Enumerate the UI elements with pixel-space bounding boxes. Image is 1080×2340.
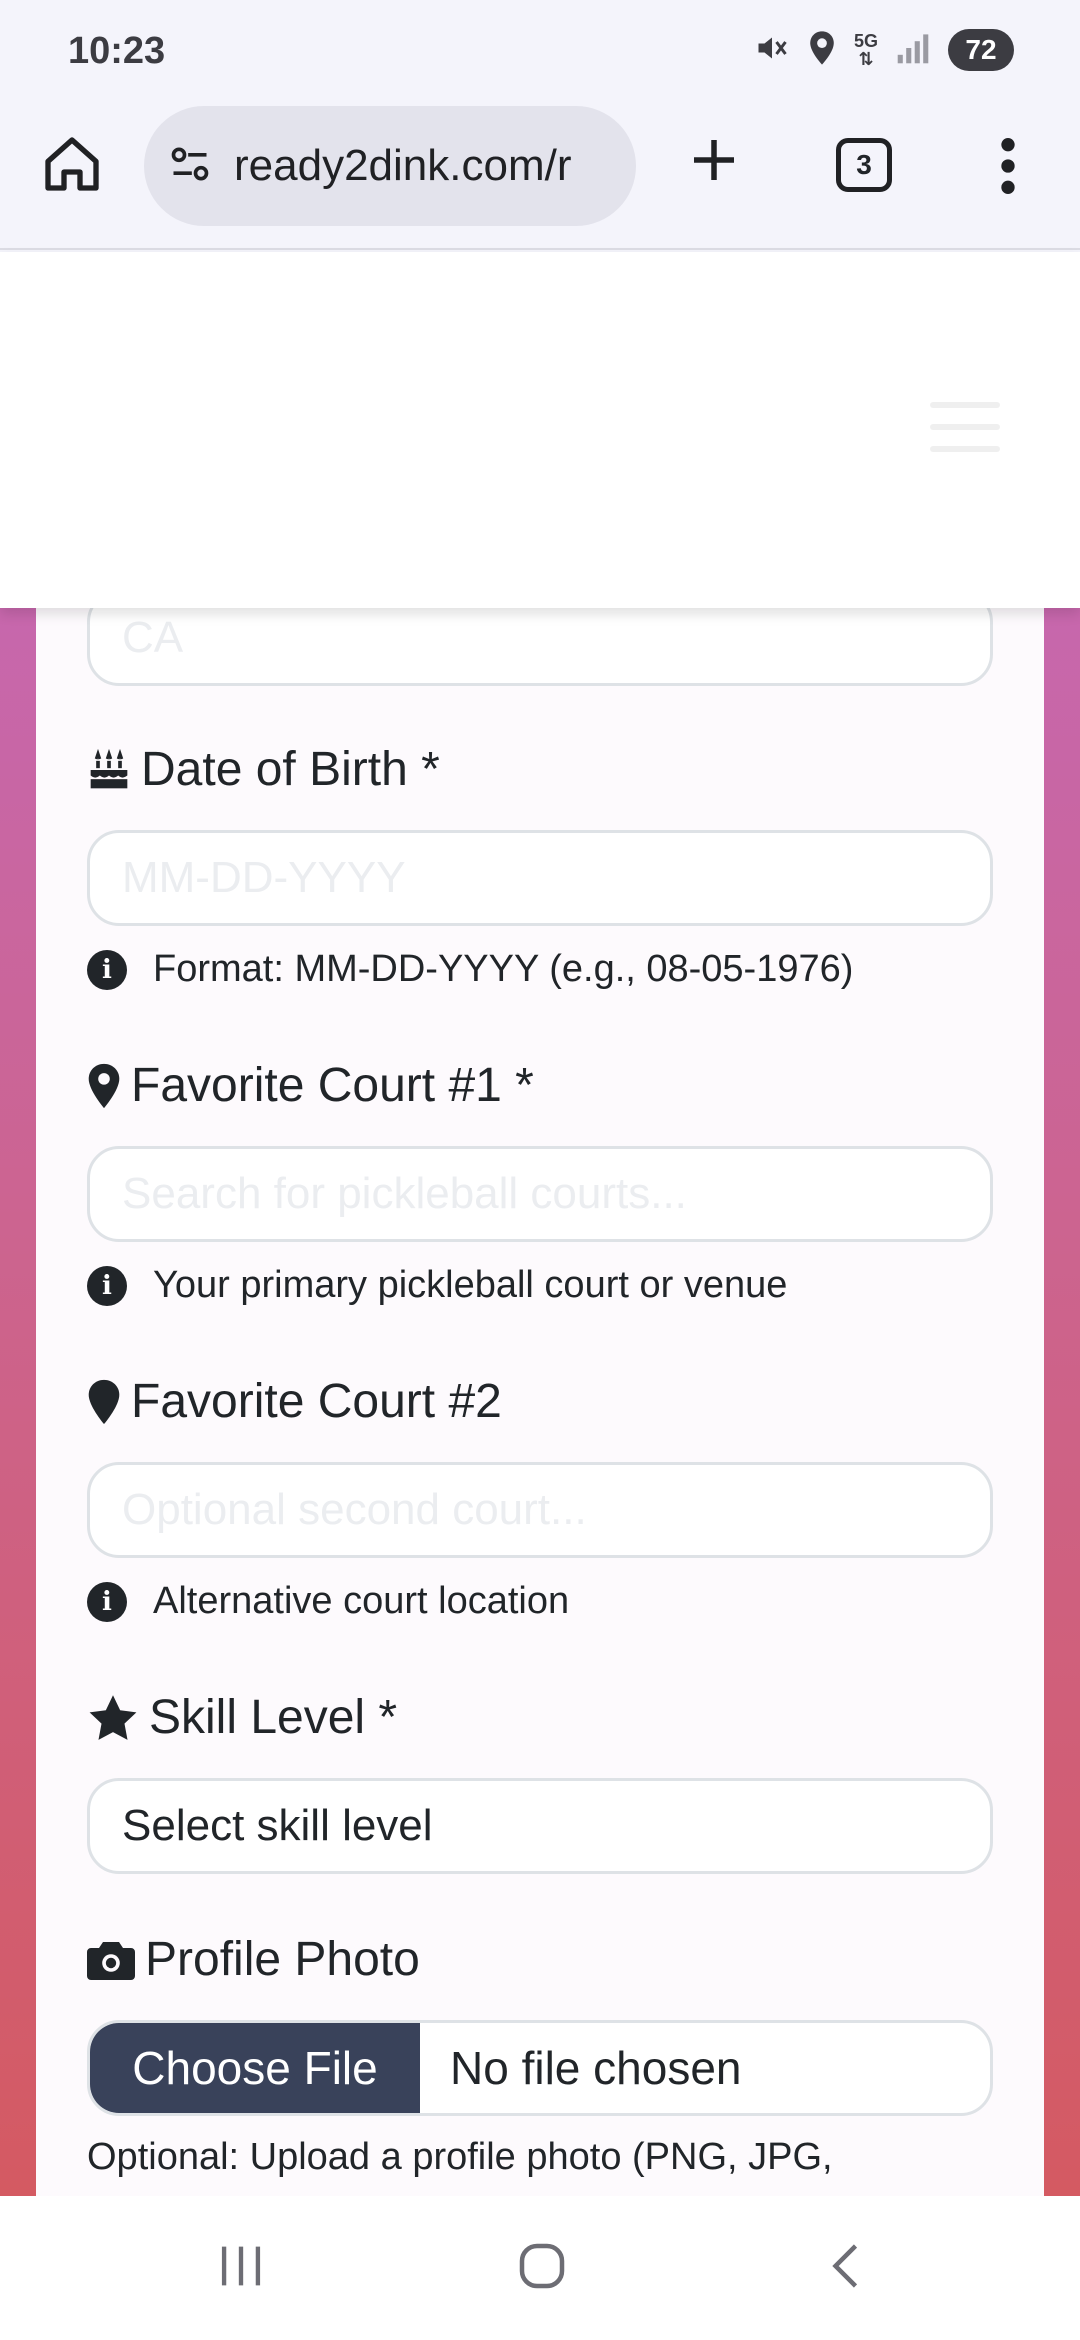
court1-label-text: Favorite Court #1 * [131, 1059, 534, 1112]
browser-toolbar: ready2dink.com/r 3 [0, 100, 1080, 250]
home-nav-icon[interactable] [512, 2236, 572, 2301]
site-header [0, 252, 1080, 608]
court1-help-text: Your primary pickleball court or venue [153, 1264, 788, 1306]
tab-switcher-button[interactable]: 3 [836, 138, 892, 192]
court2-help-text: Alternative court location [153, 1580, 570, 1622]
court1-placeholder: Search for pickleball courts... [122, 1169, 687, 1218]
5g-icon: 5G ⇅ [853, 31, 878, 69]
battery-icon: 72 [948, 29, 1014, 71]
camera-icon [87, 1938, 135, 1982]
status-bar: 10:23 5G ⇅ 72 [0, 0, 1080, 100]
recent-apps-icon[interactable] [212, 2236, 270, 2301]
info-icon: i [87, 1265, 127, 1306]
court2-label: Favorite Court #2 [87, 1374, 502, 1429]
mute-icon [754, 30, 790, 71]
info-icon: i [87, 949, 127, 990]
map-marker-icon [87, 1061, 121, 1111]
system-nav-bar [0, 2196, 1080, 2340]
more-menu-icon[interactable] [990, 134, 1026, 198]
info-icon: i [87, 1581, 127, 1622]
dob-help-text: Format: MM-DD-YYYY (e.g., 08-05-1976) [153, 948, 854, 990]
skill-level-select[interactable]: Select skill level [87, 1778, 993, 1874]
court2-help: i Alternative court location [87, 1580, 569, 1623]
court2-input[interactable]: Optional second court... [87, 1462, 993, 1558]
photo-label-text: Profile Photo [145, 1933, 420, 1986]
dob-label: Date of Birth * [87, 742, 440, 797]
skill-label: Skill Level * [87, 1690, 397, 1745]
dob-input[interactable]: MM-DD-YYYY [87, 830, 993, 926]
status-time: 10:23 [68, 30, 166, 72]
upload-note: Optional: Upload a profile photo (PNG, J… [87, 2136, 833, 2178]
court2-label-text: Favorite Court #2 [131, 1375, 502, 1428]
url-text[interactable]: ready2dink.com/r [234, 141, 571, 191]
back-icon[interactable] [818, 2236, 878, 2301]
dob-label-text: Date of Birth * [141, 743, 440, 796]
court1-search-input[interactable]: Search for pickleball courts... [87, 1146, 993, 1242]
skill-label-text: Skill Level * [149, 1691, 398, 1744]
home-icon[interactable] [40, 132, 104, 196]
menu-icon[interactable] [930, 402, 1000, 452]
birthday-cake-icon [87, 748, 131, 792]
network-label: 5G [853, 31, 878, 51]
choose-file-button[interactable]: Choose File [90, 2023, 420, 2113]
signal-icon [896, 31, 930, 70]
court1-help: i Your primary pickleball court or venue [87, 1264, 787, 1307]
file-status: No file chosen [450, 2042, 742, 2094]
skill-selected-value: Select skill level [122, 1801, 433, 1850]
dob-help: i Format: MM-DD-YYYY (e.g., 08-05-1976) [87, 948, 853, 991]
court1-label: Favorite Court #1 * [87, 1058, 534, 1113]
map-pin-icon [87, 1377, 121, 1427]
status-icons: 5G ⇅ 72 [754, 28, 1014, 72]
dob-placeholder: MM-DD-YYYY [122, 853, 406, 902]
location-icon [808, 30, 836, 71]
state-value: CA [122, 613, 184, 662]
court2-placeholder: Optional second court... [122, 1485, 587, 1534]
new-tab-icon[interactable] [684, 130, 744, 190]
profile-photo-input[interactable]: Choose File No file chosen [87, 2020, 993, 2116]
photo-label: Profile Photo [87, 1932, 420, 1987]
star-icon [87, 1693, 139, 1743]
site-settings-icon[interactable] [168, 142, 212, 191]
battery-level: 72 [965, 34, 997, 65]
address-bar[interactable]: ready2dink.com/r [144, 106, 636, 226]
